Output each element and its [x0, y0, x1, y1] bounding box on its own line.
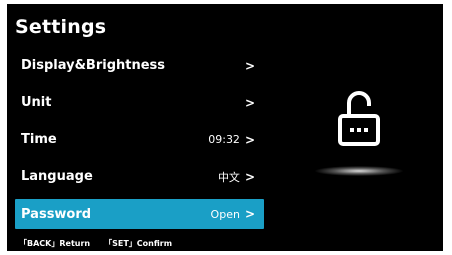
- menu-item-label: Password: [21, 206, 92, 222]
- chevron-right-icon: >: [244, 58, 255, 73]
- unlocked-padlock-icon: [338, 91, 380, 146]
- settings-menu: Display&Brightness > Unit > Time 09:32 >…: [15, 47, 264, 229]
- menu-item-display-brightness[interactable]: Display&Brightness >: [15, 47, 264, 84]
- menu-item-unit[interactable]: Unit >: [15, 84, 264, 121]
- menu-item-right: >: [240, 97, 255, 109]
- menu-item-right: 09:32 >: [208, 133, 255, 146]
- chevron-right-icon: >: [244, 169, 255, 184]
- menu-item-label: Display&Brightness: [21, 58, 166, 73]
- menu-item-time[interactable]: Time 09:32 >: [15, 121, 264, 158]
- menu-item-right: Open >: [211, 208, 255, 221]
- lock-preview: [307, 88, 417, 188]
- menu-item-label: Unit: [21, 95, 52, 110]
- chevron-right-icon: >: [244, 207, 255, 221]
- lock-shadow: [315, 166, 403, 176]
- menu-item-right: >: [240, 60, 255, 72]
- set-hint: 「SET」Confirm: [104, 239, 173, 248]
- chevron-right-icon: >: [244, 132, 255, 147]
- chevron-right-icon: >: [244, 95, 255, 110]
- menu-item-value: 09:32: [208, 133, 240, 146]
- menu-item-value: 中文: [217, 170, 240, 184]
- settings-screen: Settings Display&Brightness > Unit > Tim…: [7, 4, 443, 251]
- menu-item-language[interactable]: Language 中文 >: [15, 158, 264, 195]
- footer-hints: 「BACK」Return 「SET」Confirm: [19, 238, 172, 249]
- menu-item-password[interactable]: Password Open >: [15, 199, 264, 229]
- menu-item-right: 中文 >: [218, 169, 255, 185]
- back-hint: 「BACK」Return: [19, 239, 91, 248]
- menu-item-label: Language: [21, 169, 93, 184]
- page-title: Settings: [15, 16, 107, 38]
- menu-item-value: Open: [210, 207, 240, 221]
- menu-item-label: Time: [21, 132, 57, 147]
